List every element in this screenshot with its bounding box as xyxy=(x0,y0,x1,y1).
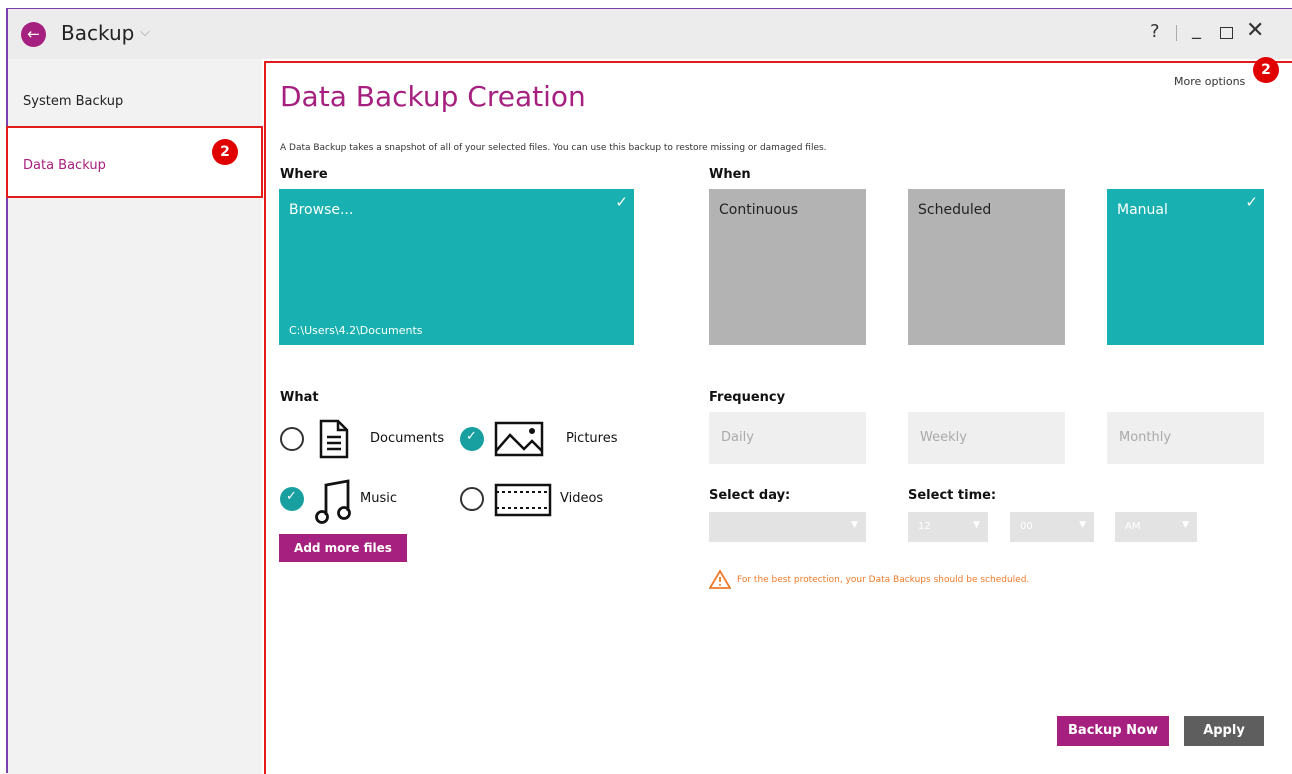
what-option-documents[interactable]: Documents xyxy=(280,419,460,459)
close-button[interactable]: ✕ xyxy=(1246,18,1264,43)
when-scheduled-label: Scheduled xyxy=(918,202,992,218)
frequency-daily[interactable]: Daily xyxy=(709,412,866,464)
annotation-badge-sidebar: 2 xyxy=(212,139,238,165)
intro-text: A Data Backup takes a snapshot of all of… xyxy=(280,143,827,153)
warning-text: For the best protection, your Data Backu… xyxy=(737,575,1030,585)
more-options-link[interactable]: More options xyxy=(1174,75,1245,88)
sidebar: System Backup Data Backup xyxy=(6,59,263,774)
frequency-label: Frequency xyxy=(709,390,786,405)
help-button[interactable]: ? xyxy=(1150,21,1160,42)
videos-radio[interactable] xyxy=(460,487,484,511)
browse-tile[interactable]: Browse... ✓ C:\Users\4.2\Documents xyxy=(279,189,634,345)
frequency-weekly[interactable]: Weekly xyxy=(908,412,1065,464)
document-icon xyxy=(314,419,354,463)
when-manual-label: Manual xyxy=(1117,202,1168,218)
maximize-button[interactable] xyxy=(1220,27,1233,39)
select-minute-dropdown[interactable]: 00 ▼ xyxy=(1010,512,1094,542)
select-day-label: Select day: xyxy=(709,488,791,503)
browse-label: Browse... xyxy=(289,202,354,218)
select-day-dropdown[interactable]: ▼ xyxy=(709,512,866,542)
select-hour-value: 12 xyxy=(918,521,931,532)
check-icon: ✓ xyxy=(1245,193,1258,211)
what-option-videos[interactable]: Videos xyxy=(460,479,620,517)
pictures-label: Pictures xyxy=(566,431,618,446)
backup-path: C:\Users\4.2\Documents xyxy=(289,324,423,337)
add-more-files-button[interactable]: Add more files xyxy=(279,534,407,562)
what-option-music[interactable]: Music xyxy=(280,479,440,524)
when-manual-tile[interactable]: Manual ✓ xyxy=(1107,189,1264,345)
chevron-down-icon: ▼ xyxy=(851,520,858,530)
title-divider xyxy=(1176,25,1177,41)
warning-icon xyxy=(708,569,732,592)
documents-label: Documents xyxy=(370,431,445,446)
frequency-monthly[interactable]: Monthly xyxy=(1107,412,1264,464)
minimize-button[interactable]: _ xyxy=(1192,19,1201,40)
backup-window: ← Backup ⌵ ? _ ✕ System Backup Data Back… xyxy=(6,8,1292,774)
chevron-down-icon: ▼ xyxy=(1182,520,1189,530)
title-bar: ← Backup ⌵ ? _ ✕ xyxy=(8,9,1292,59)
check-icon: ✓ xyxy=(615,193,628,211)
when-continuous-label: Continuous xyxy=(719,202,799,218)
music-checkbox[interactable] xyxy=(280,487,304,511)
select-ampm-dropdown[interactable]: AM ▼ xyxy=(1115,512,1197,542)
chevron-down-icon: ▼ xyxy=(1079,520,1086,530)
back-arrow-icon[interactable]: ← xyxy=(21,22,46,47)
when-scheduled-tile[interactable]: Scheduled xyxy=(908,189,1065,345)
app-title[interactable]: Backup xyxy=(61,21,134,45)
film-icon xyxy=(494,479,552,523)
top-strip xyxy=(0,0,1292,8)
picture-icon xyxy=(494,419,546,463)
sidebar-item-system-backup[interactable]: System Backup xyxy=(8,94,262,109)
chevron-down-icon[interactable]: ⌵ xyxy=(140,25,150,40)
when-label: When xyxy=(709,167,751,182)
select-minute-value: 00 xyxy=(1020,521,1033,532)
chevron-down-icon: ▼ xyxy=(973,520,980,530)
backup-now-button[interactable]: Backup Now xyxy=(1057,716,1169,746)
select-hour-dropdown[interactable]: 12 ▼ xyxy=(908,512,988,542)
apply-button[interactable]: Apply xyxy=(1184,716,1264,746)
select-ampm-value: AM xyxy=(1125,521,1141,532)
music-icon xyxy=(314,479,354,529)
annotation-badge-main: 2 xyxy=(1253,57,1279,83)
what-label: What xyxy=(280,390,319,405)
where-label: Where xyxy=(280,167,328,182)
page-title: Data Backup Creation xyxy=(280,80,586,113)
pictures-checkbox[interactable] xyxy=(460,427,484,451)
documents-radio[interactable] xyxy=(280,427,304,451)
when-continuous-tile[interactable]: Continuous xyxy=(709,189,866,345)
select-time-label: Select time: xyxy=(908,488,997,503)
what-option-pictures[interactable]: Pictures xyxy=(460,419,630,457)
videos-label: Videos xyxy=(560,491,604,506)
music-label: Music xyxy=(360,491,397,506)
